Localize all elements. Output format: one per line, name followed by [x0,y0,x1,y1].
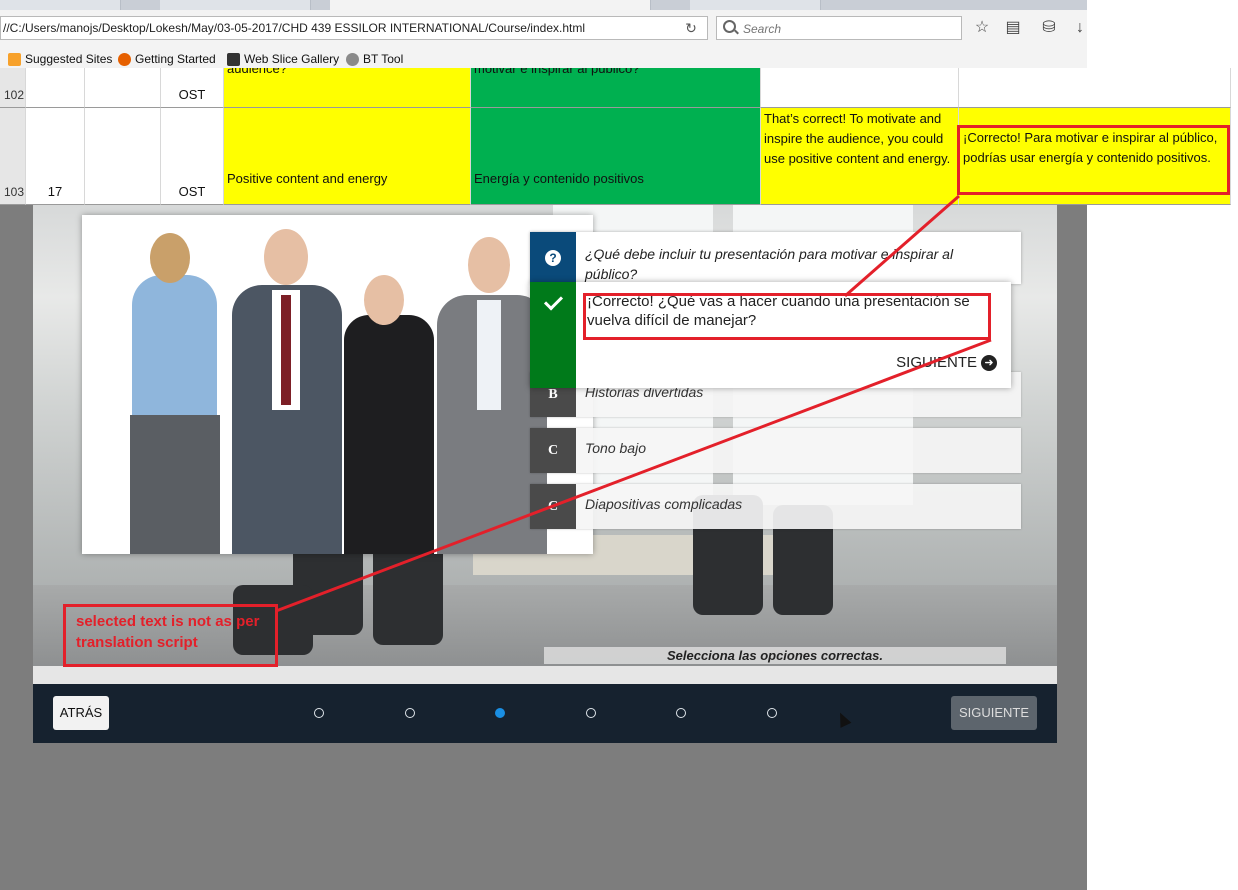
sheet-cell: OST [161,108,224,205]
reading-list-icon[interactable]: ▤ [1003,18,1023,38]
reload-icon[interactable]: ↻ [680,18,702,38]
browser-tab-active[interactable] [330,0,651,10]
sheet-cell-english: Positive content and energy [224,108,471,205]
feedback-next-label: SIGUIENTE [896,354,977,371]
web-slice-icon [227,52,240,66]
highlight-box-script [957,125,1230,195]
person-head [364,275,404,325]
globe-icon [346,52,359,66]
download-icon[interactable]: ↓ [1070,18,1090,38]
progress-dot[interactable] [585,708,596,718]
address-bar[interactable]: //C:/Users/manojs/Desktop/Lokesh/May/03-… [0,16,708,40]
shirt [477,300,501,410]
option-letter: C [530,428,576,473]
sheet-cell: 17 [26,108,85,205]
progress-dot-current[interactable] [495,708,505,718]
bookmark-label: Suggested Sites [25,52,113,66]
search-bar[interactable] [716,16,962,40]
highlight-box-course [583,293,991,340]
progress-dot[interactable] [314,708,324,718]
checkmark-icon [543,291,564,311]
tie [281,295,291,405]
cell-text: OST [178,87,206,102]
bookmark-getting-started[interactable]: Getting Started [118,52,216,66]
instruction-text: Selecciona las opciones correctas. [544,647,1006,664]
row-number: 102 [0,68,26,108]
browser-toolbar: //C:/Users/manojs/Desktop/Lokesh/May/03-… [0,0,1087,69]
person-trousers [130,415,220,554]
question-icon: ? [530,232,576,284]
sheet-cell [85,68,161,108]
sheet-cell: OST [161,68,224,108]
pocket-icon[interactable]: ⛁ [1039,18,1059,38]
person-woman-black [344,315,434,554]
stage-bottom-strip [33,666,1057,684]
feedback-next-button[interactable]: SIGUIENTE ➜ [896,354,997,371]
business-people-photo [82,215,593,554]
sheet-cell [26,68,85,108]
answer-option-d[interactable]: C Diapositivas complicadas [530,484,1021,529]
bookmark-label: Web Slice Gallery [244,52,340,66]
bookmark-star-icon[interactable]: ☆ [972,18,992,38]
row-number: 103 [0,108,26,205]
browser-tab[interactable] [0,0,121,10]
back-button[interactable]: ATRÁS [53,696,109,730]
question-text: ¿Qué debe incluir tu presentación para m… [585,246,954,282]
progress-dot[interactable] [766,708,777,718]
sheet-cell [85,108,161,205]
bookmark-label: BT Tool [363,52,404,66]
option-text: Diapositivas complicadas [585,496,743,512]
bookmark-suggested-sites[interactable]: Suggested Sites [8,52,112,66]
bookmark-bt-tool[interactable]: BT Tool [346,52,403,66]
cell-text: OST [178,184,206,199]
option-text: Tono bajo [585,440,646,456]
firefox-icon [118,52,131,66]
sheet-cell-feedback-english: That’s correct! To motivate and inspire … [761,108,959,205]
sheet-cell-english: audience? [224,68,471,108]
option-letter: C [530,484,576,529]
progress-dot[interactable] [404,708,415,718]
person-head [264,229,308,285]
bookmark-label: Getting Started [135,52,216,66]
tab-strip [0,0,1087,10]
person-head [468,237,510,293]
browser-tab[interactable] [690,0,821,10]
answer-option-c[interactable]: C Tono bajo [530,428,1021,473]
progress-dot[interactable] [676,708,686,718]
course-nav-bar: ATRÁS SIGUIENTE [33,684,1057,743]
search-icon [723,20,736,33]
question-box: ? ¿Qué debe incluir tu presentación para… [530,232,1021,284]
review-note: selected text is not as per translation … [63,604,278,667]
arrow-right-icon: ➜ [981,354,997,371]
cell-text: 17 [47,184,63,199]
sheet-cell [761,68,959,108]
feedback-icon-panel [530,282,576,388]
next-button[interactable]: SIGUIENTE [951,696,1037,730]
person-head [150,233,190,283]
bookmark-web-slice-gallery[interactable]: Web Slice Gallery [227,52,339,66]
sheet-cell-spanish: motivar e inspirar al público? [471,68,761,108]
sheet-cell-spanish: Energía y contenido positivos [471,108,761,205]
search-input[interactable] [741,19,955,39]
sheet-cell [959,68,1231,108]
lightbulb-icon [8,52,21,66]
browser-tab[interactable] [160,0,311,10]
